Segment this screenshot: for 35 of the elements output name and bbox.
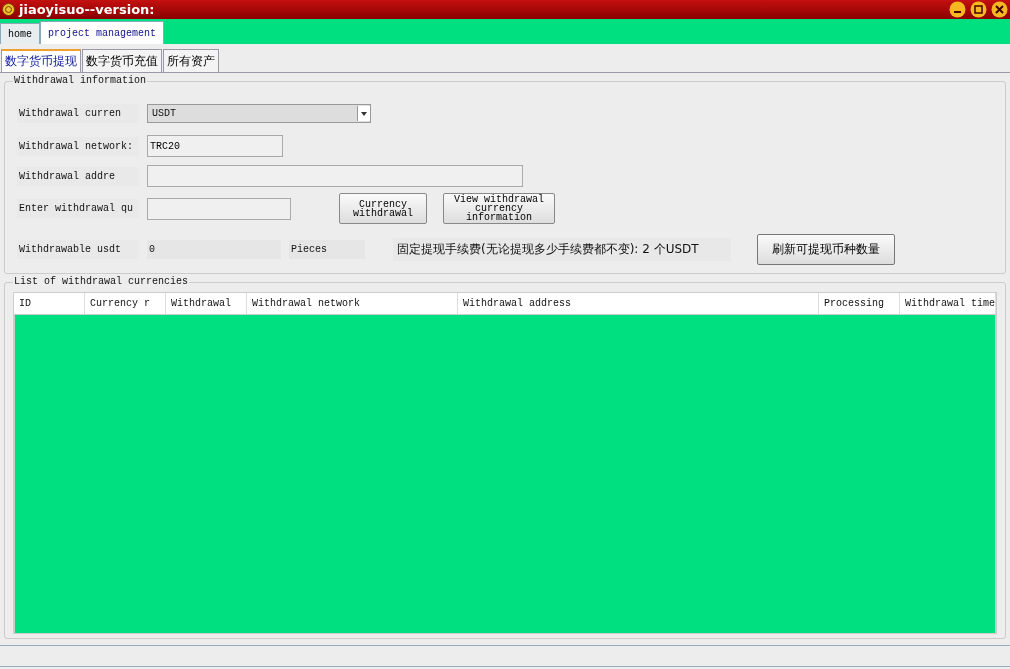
field-label: Withdrawable usdt (17, 240, 139, 259)
field-label: Withdrawal network: (17, 136, 139, 156)
coin-icon (2, 3, 15, 16)
column-header[interactable]: Withdrawal address (457, 293, 819, 315)
group-title: Withdrawal information (13, 75, 148, 86)
currency-dropdown[interactable]: USDT (147, 104, 371, 123)
tab[interactable]: home (0, 23, 40, 44)
field-label: Withdrawal addre (17, 166, 139, 186)
quantity-field[interactable] (147, 197, 291, 220)
column-header[interactable]: Currency r (84, 293, 166, 315)
info-button[interactable]: View withdrawal currency information (443, 193, 555, 224)
window-title: jiaoyisuo--version: (19, 2, 156, 17)
tab[interactable]: 数字货币提现 (1, 49, 81, 72)
address-field[interactable] (147, 165, 523, 187)
maximize-icon[interactable] (970, 1, 987, 18)
field-label: Enter withdrawal qu (17, 199, 139, 218)
minimize-icon[interactable] (949, 1, 966, 18)
column-header[interactable]: ID (14, 293, 85, 315)
caret-icon[interactable] (357, 106, 370, 121)
field-label: Withdrawal curren (17, 104, 139, 123)
refresh-button[interactable]: 刷新可提现币种数量 (757, 234, 895, 265)
column-header[interactable]: Withdrawal (165, 293, 247, 315)
column-header[interactable]: Processing (818, 293, 900, 315)
tab[interactable]: 所有资产 (163, 49, 219, 72)
withdraw-button[interactable]: Currency withdrawal (339, 193, 427, 224)
tab[interactable]: project management (40, 21, 165, 44)
column-header[interactable]: Withdrawal time (899, 293, 996, 315)
fee-note: 固定提现手续费(无论提现多少手续费都不变): 2 个USDT (393, 238, 731, 261)
unit-label: Pieces (289, 240, 365, 259)
balance-value: 0 (147, 240, 281, 259)
group-title: List of withdrawal currencies (13, 276, 190, 287)
network-field[interactable]: TRC20 (147, 135, 283, 157)
close-icon[interactable] (991, 1, 1008, 18)
tab[interactable]: 数字货币充值 (82, 49, 162, 72)
column-header[interactable]: Withdrawal network (246, 293, 458, 315)
